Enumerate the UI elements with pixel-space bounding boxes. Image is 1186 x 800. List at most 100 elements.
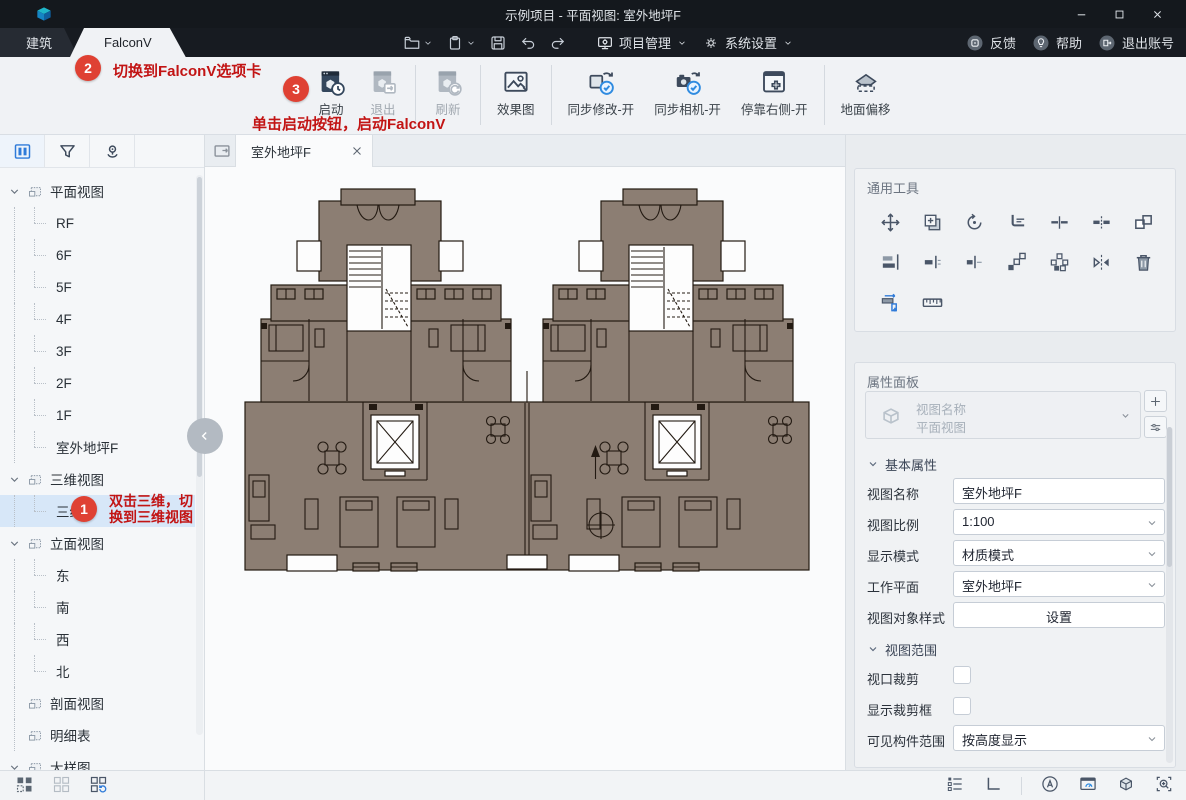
selector-line1: 视图名称 <box>916 399 966 418</box>
tree-item-剖面视图[interactable]: 剖面视图 <box>0 687 195 719</box>
float-panel-icon[interactable] <box>211 140 233 162</box>
ribbon-toolbar: 启动退出刷新效果图同步修改-开同步相机-开停靠右侧-开地面偏移 <box>0 57 1186 135</box>
tree-item-1F[interactable]: 1F <box>0 399 195 431</box>
tool-split-gap-icon[interactable] <box>1080 209 1122 235</box>
status-grid-reset-icon[interactable] <box>88 774 109 798</box>
tool-array-linear-icon[interactable] <box>996 249 1038 275</box>
tool-measure-icon[interactable] <box>911 289 953 315</box>
monitor-gear-icon <box>596 34 614 52</box>
tab-architecture[interactable]: 建筑 <box>0 28 78 57</box>
status-render-window-icon[interactable] <box>1078 774 1098 797</box>
tree-item-4F[interactable]: 4F <box>0 303 195 335</box>
status-crop-corner-icon[interactable] <box>983 774 1003 797</box>
tool-match-icon[interactable] <box>1123 209 1165 235</box>
tree-item-大样图[interactable]: 大样图 <box>0 751 195 770</box>
close-tab-icon[interactable] <box>350 144 364 158</box>
floor-plan-drawing[interactable] <box>235 187 819 589</box>
tool-delete-icon[interactable] <box>1123 249 1165 275</box>
tree-item-明细表[interactable]: 明细表 <box>0 719 195 751</box>
quick-tool-redo-icon[interactable] <box>546 34 570 52</box>
menu-1[interactable]: 系统设置 <box>702 33 794 52</box>
browser-tool-filter-icon[interactable] <box>45 135 90 167</box>
tree-item-平面视图[interactable]: 平面视图 <box>0 175 195 207</box>
main-area: 平面视图RF6F5F4F3F2F1F室外地坪F三维视图三维立面视图东南西北剖面视… <box>0 135 1186 770</box>
ribbon-button-刷新[interactable]: 刷新 <box>422 63 474 122</box>
ribbon-button-停靠右侧-开[interactable]: 停靠右侧-开 <box>731 63 818 122</box>
field-工作平面[interactable]: 室外地坪F <box>953 571 1165 597</box>
account-1[interactable]: 帮助 <box>1032 33 1082 52</box>
tree-item-立面视图[interactable]: 立面视图 <box>0 527 195 559</box>
tool-copy-icon[interactable] <box>911 209 953 235</box>
ribbon-button-地面偏移[interactable]: 地面偏移 <box>831 63 901 122</box>
menu-0[interactable]: 项目管理 <box>596 33 688 52</box>
ribbon-button-同步修改-开[interactable]: 同步修改-开 <box>558 63 645 122</box>
status-text-style-icon[interactable] <box>1040 774 1060 797</box>
tool-align-bottom-icon[interactable] <box>869 249 911 275</box>
tool-trim-icon[interactable] <box>996 209 1038 235</box>
tree-item-6F[interactable]: 6F <box>0 239 195 271</box>
sidebar-collapse-handle[interactable] <box>199 418 229 454</box>
section-视图范围[interactable]: 视图范围 <box>855 636 1175 662</box>
tree-item-南[interactable]: 南 <box>0 591 195 623</box>
close-button[interactable] <box>1138 0 1176 28</box>
status-grid-restore-icon[interactable] <box>14 774 35 798</box>
quick-tool-paste-icon[interactable] <box>443 34 480 52</box>
tree-item-5F[interactable]: 5F <box>0 271 195 303</box>
browser-tool-locate-icon[interactable] <box>90 135 135 167</box>
status-list-detail-icon[interactable] <box>945 774 965 797</box>
quick-tool-folder-icon[interactable] <box>400 34 437 52</box>
field-可见构件范围[interactable]: 按高度显示 <box>953 725 1165 751</box>
document-tab[interactable]: 室外地坪F <box>235 135 373 167</box>
tool-rotate-icon[interactable] <box>954 209 996 235</box>
type-selector[interactable]: 视图名称 平面视图 <box>865 391 1141 439</box>
tree-item-西[interactable]: 西 <box>0 623 195 655</box>
quick-tool-save-icon[interactable] <box>486 34 510 52</box>
tree-item-东[interactable]: 东 <box>0 559 195 591</box>
field-视图比例[interactable]: 1:100 <box>953 509 1165 535</box>
ribbon-button-label: 同步修改-开 <box>568 99 635 118</box>
tool-mirror-icon[interactable] <box>1080 249 1122 275</box>
logout-icon <box>1098 34 1116 52</box>
tree-item-室外地坪F[interactable]: 室外地坪F <box>0 431 195 463</box>
button-设置[interactable]: 设置 <box>953 602 1165 628</box>
sidebar-scrollbar[interactable] <box>196 175 203 735</box>
status-grid-blank-icon[interactable] <box>51 774 72 798</box>
account-0[interactable]: 反馈 <box>966 33 1016 52</box>
section-基本属性[interactable]: 基本属性 <box>855 451 1175 477</box>
tool-array-radial-icon[interactable] <box>1038 249 1080 275</box>
filter-properties-button[interactable] <box>1144 416 1167 438</box>
tool-offset-icon[interactable] <box>869 289 911 315</box>
status-box-3d-icon[interactable] <box>1116 774 1136 797</box>
chevron-down-icon <box>1119 409 1132 422</box>
tool-split-icon[interactable] <box>1038 209 1080 235</box>
account-2[interactable]: 退出账号 <box>1098 33 1174 52</box>
tool-move-icon[interactable] <box>869 209 911 235</box>
tree-item-2F[interactable]: 2F <box>0 367 195 399</box>
checkbox-视口裁剪[interactable] <box>953 666 971 684</box>
tool-align-end-icon[interactable] <box>954 249 996 275</box>
minimize-button[interactable] <box>1062 0 1100 28</box>
field-显示模式[interactable]: 材质模式 <box>953 540 1165 566</box>
checkbox-显示裁剪框[interactable] <box>953 697 971 715</box>
tool-align-mid-icon[interactable] <box>911 249 953 275</box>
tree-item-3F[interactable]: 3F <box>0 335 195 367</box>
tab-falconv[interactable]: FalconV <box>70 28 186 57</box>
tree-item-三维[interactable]: 三维 <box>0 495 195 527</box>
ribbon-button-退出[interactable]: 退出 <box>357 63 409 122</box>
add-property-button[interactable] <box>1144 390 1167 412</box>
field-视图名称[interactable]: 室外地坪F <box>953 478 1165 504</box>
tree-item-三维视图[interactable]: 三维视图 <box>0 463 195 495</box>
status-zoom-region-icon[interactable] <box>1154 774 1174 797</box>
tree-leaf-label: 5F <box>56 280 72 295</box>
drawing-canvas[interactable]: 室外地坪F <box>205 135 845 770</box>
ribbon-button-效果图[interactable]: 效果图 <box>487 63 545 122</box>
tree-item-RF[interactable]: RF <box>0 207 195 239</box>
ribbon-button-启动[interactable]: 启动 <box>305 63 357 122</box>
status-separator <box>1021 777 1022 795</box>
ribbon-button-同步相机-开[interactable]: 同步相机-开 <box>644 63 731 122</box>
tree-item-北[interactable]: 北 <box>0 655 195 687</box>
properties-scrollbar[interactable] <box>1166 427 1173 763</box>
maximize-button[interactable] <box>1100 0 1138 28</box>
quick-tool-undo-icon[interactable] <box>516 34 540 52</box>
browser-tool-panel-columns-icon[interactable] <box>0 135 45 167</box>
